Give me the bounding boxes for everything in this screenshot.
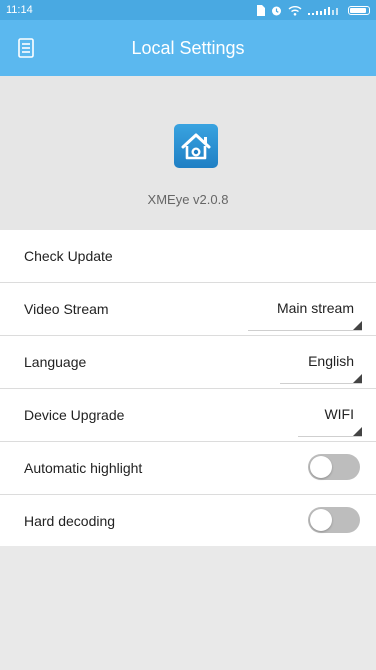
check-update-row[interactable]: Check Update: [0, 230, 376, 283]
empty-background: [0, 546, 376, 670]
automatic-highlight-toggle[interactable]: [308, 454, 360, 480]
wifi-icon: [288, 5, 302, 16]
app-version: XMEye v2.0.8: [147, 192, 229, 207]
language-dropdown[interactable]: English: [308, 336, 354, 386]
local-settings-screen: 11:14 Local Settings XMEye v2.0.8 Check …: [0, 0, 376, 670]
status-time: 11:14: [6, 4, 33, 16]
signal-icon: [308, 6, 338, 15]
video-stream-label: Video Stream: [24, 301, 109, 317]
battery-icon: [348, 5, 370, 15]
video-stream-underline: [248, 330, 362, 331]
automatic-highlight-label: Automatic highlight: [24, 460, 143, 476]
hard-decoding-toggle[interactable]: [308, 507, 360, 533]
device-upgrade-underline: [298, 436, 362, 437]
device-upgrade-dropdown[interactable]: WIFI: [324, 389, 354, 439]
page-title: Local Settings: [131, 38, 245, 58]
dropdown-arrow-icon: [353, 321, 362, 330]
app-bar: Local Settings: [0, 20, 376, 76]
automatic-highlight-row: Automatic highlight: [0, 442, 376, 495]
toggle-knob: [310, 509, 332, 531]
dropdown-arrow-icon: [353, 427, 362, 436]
toggle-knob: [310, 456, 332, 478]
status-bar: 11:14: [0, 0, 376, 20]
check-update-label: Check Update: [24, 248, 113, 264]
home-camera-logo-icon: [174, 124, 218, 168]
status-icons: [256, 0, 370, 20]
language-label: Language: [24, 354, 87, 370]
device-upgrade-row[interactable]: Device Upgrade WIFI: [0, 389, 376, 442]
hard-decoding-label: Hard decoding: [24, 513, 116, 529]
app-info-header: XMEye v2.0.8: [0, 76, 376, 230]
device-upgrade-label: Device Upgrade: [24, 407, 125, 423]
video-stream-row[interactable]: Video Stream Main stream: [0, 283, 376, 336]
language-row[interactable]: Language English: [0, 336, 376, 389]
language-underline: [280, 383, 362, 384]
settings-list: Check Update Video Stream Main stream La…: [0, 230, 376, 546]
sim-icon: [257, 4, 265, 16]
dropdown-arrow-icon: [353, 374, 362, 383]
alarm-icon: [272, 6, 281, 15]
video-stream-dropdown[interactable]: Main stream: [277, 283, 354, 333]
hard-decoding-row: Hard decoding: [0, 495, 376, 547]
